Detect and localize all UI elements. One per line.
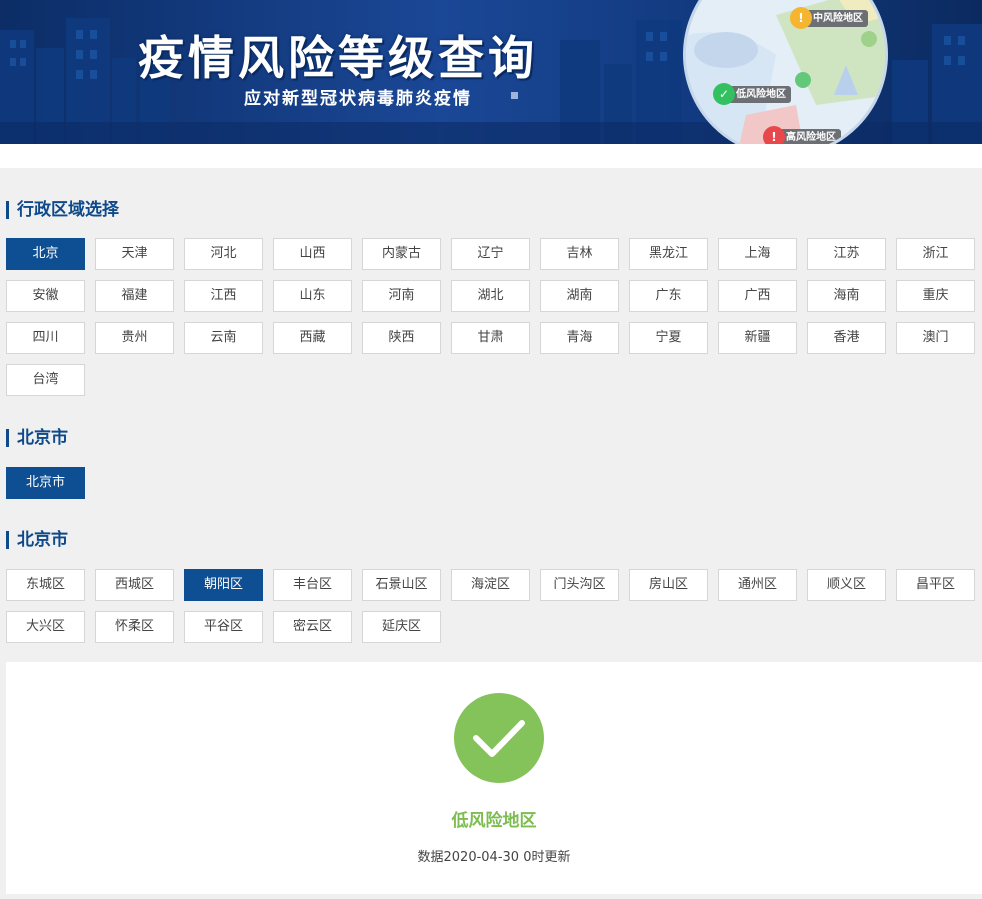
province-button[interactable]: 新疆 bbox=[718, 322, 797, 354]
district-button[interactable]: 东城区 bbox=[6, 569, 85, 601]
city-button[interactable]: 北京市 bbox=[6, 467, 85, 499]
banner-subtitle: 应对新型冠状病毒肺炎疫情 bbox=[244, 89, 472, 109]
province-button[interactable]: 吉林 bbox=[540, 238, 619, 270]
province-button[interactable]: 河北 bbox=[184, 238, 263, 270]
district-button[interactable]: 延庆区 bbox=[362, 611, 441, 643]
district-button[interactable]: 怀柔区 bbox=[95, 611, 174, 643]
province-button[interactable]: 北京 bbox=[6, 238, 85, 270]
district-button[interactable]: 朝阳区 bbox=[184, 569, 263, 601]
section-title-district: 北京市 bbox=[6, 530, 68, 550]
province-button[interactable]: 澳门 bbox=[896, 322, 975, 354]
province-button[interactable]: 河南 bbox=[362, 280, 441, 312]
province-button[interactable]: 湖北 bbox=[451, 280, 530, 312]
province-button[interactable]: 香港 bbox=[807, 322, 886, 354]
banner-title: 疫情风险等级查询 bbox=[138, 31, 538, 85]
province-button[interactable]: 广西 bbox=[718, 280, 797, 312]
province-button[interactable]: 台湾 bbox=[6, 364, 85, 396]
section-title-city: 北京市 bbox=[6, 428, 68, 448]
district-button[interactable]: 通州区 bbox=[718, 569, 797, 601]
province-button[interactable]: 山西 bbox=[273, 238, 352, 270]
district-button[interactable]: 大兴区 bbox=[6, 611, 85, 643]
province-button[interactable]: 江苏 bbox=[807, 238, 886, 270]
province-button[interactable]: 青海 bbox=[540, 322, 619, 354]
province-button[interactable]: 甘肃 bbox=[451, 322, 530, 354]
check-icon: ✓ bbox=[713, 83, 735, 105]
checkmark-icon bbox=[454, 693, 544, 783]
province-button[interactable]: 安徽 bbox=[6, 280, 85, 312]
province-button[interactable]: 湖南 bbox=[540, 280, 619, 312]
risk-level-label: 低风险地区 bbox=[451, 811, 537, 831]
section-title-region: 行政区域选择 bbox=[6, 200, 119, 220]
district-button[interactable]: 房山区 bbox=[629, 569, 708, 601]
province-button[interactable]: 广东 bbox=[629, 280, 708, 312]
district-button[interactable]: 西城区 bbox=[95, 569, 174, 601]
district-button[interactable]: 密云区 bbox=[273, 611, 352, 643]
map-tag-high-risk: ! 高风险地区 bbox=[763, 126, 841, 144]
warning-icon: ! bbox=[790, 7, 812, 29]
map-tag-low-risk: ✓ 低风险地区 bbox=[713, 83, 791, 105]
warning-icon: ! bbox=[763, 126, 785, 144]
district-button[interactable]: 昌平区 bbox=[896, 569, 975, 601]
decorative-square bbox=[511, 92, 518, 99]
banner: 疫情风险等级查询 应对新型冠状病毒肺炎疫情 ! 中风险地区 ✓ 低风险地区 ! … bbox=[0, 0, 982, 144]
province-button[interactable]: 海南 bbox=[807, 280, 886, 312]
district-button[interactable]: 石景山区 bbox=[362, 569, 441, 601]
province-button[interactable]: 西藏 bbox=[273, 322, 352, 354]
checkmark-glyph bbox=[473, 720, 525, 757]
map-tag-label: 低风险地区 bbox=[736, 89, 786, 100]
province-button[interactable]: 宁夏 bbox=[629, 322, 708, 354]
province-button[interactable]: 上海 bbox=[718, 238, 797, 270]
map-tag-medium-risk: ! 中风险地区 bbox=[790, 7, 868, 29]
province-button[interactable]: 四川 bbox=[6, 322, 85, 354]
main-content: 行政区域选择 北京 天津 河北 山西 内蒙古 辽宁 吉林 黑龙江 上海 江苏 浙江安徽 福建 江西 山东河… bbox=[0, 168, 982, 899]
map-tag-label: 高风险地区 bbox=[786, 132, 836, 143]
update-timestamp: 数据2020-04-30 0时更新 bbox=[417, 850, 571, 865]
result-card: 低风险地区 数据2020-04-30 0时更新 bbox=[6, 662, 982, 894]
province-button[interactable]: 贵州 bbox=[95, 322, 174, 354]
district-button[interactable]: 丰台区 bbox=[273, 569, 352, 601]
map-tag-label: 中风险地区 bbox=[813, 13, 863, 24]
province-button[interactable]: 重庆 bbox=[896, 280, 975, 312]
province-button[interactable]: 山东 bbox=[273, 280, 352, 312]
district-button[interactable]: 海淀区 bbox=[451, 569, 530, 601]
province-button[interactable]: 浙江 bbox=[896, 238, 975, 270]
district-button[interactable]: 门头沟区 bbox=[540, 569, 619, 601]
province-button[interactable]: 辽宁 bbox=[451, 238, 530, 270]
province-button[interactable]: 黑龙江 bbox=[629, 238, 708, 270]
province-button[interactable]: 江西 bbox=[184, 280, 263, 312]
province-button[interactable]: 内蒙古 bbox=[362, 238, 441, 270]
province-button[interactable]: 天津 bbox=[95, 238, 174, 270]
province-button[interactable]: 云南 bbox=[184, 322, 263, 354]
province-button[interactable]: 福建 bbox=[95, 280, 174, 312]
province-button[interactable]: 陕西 bbox=[362, 322, 441, 354]
district-button[interactable]: 平谷区 bbox=[184, 611, 263, 643]
map-illustration: ! 中风险地区 ✓ 低风险地区 ! 高风险地区 bbox=[683, 0, 888, 144]
district-button[interactable]: 顺义区 bbox=[807, 569, 886, 601]
